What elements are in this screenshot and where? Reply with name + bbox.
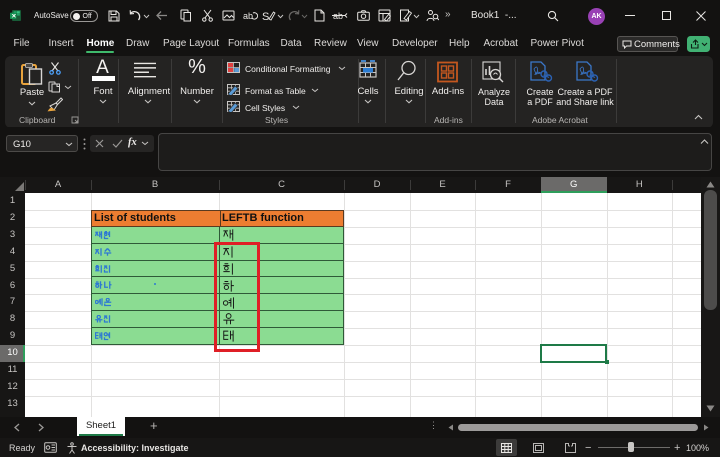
svg-text:S: S [262, 11, 269, 22]
svg-text:ab: ab [243, 11, 253, 21]
